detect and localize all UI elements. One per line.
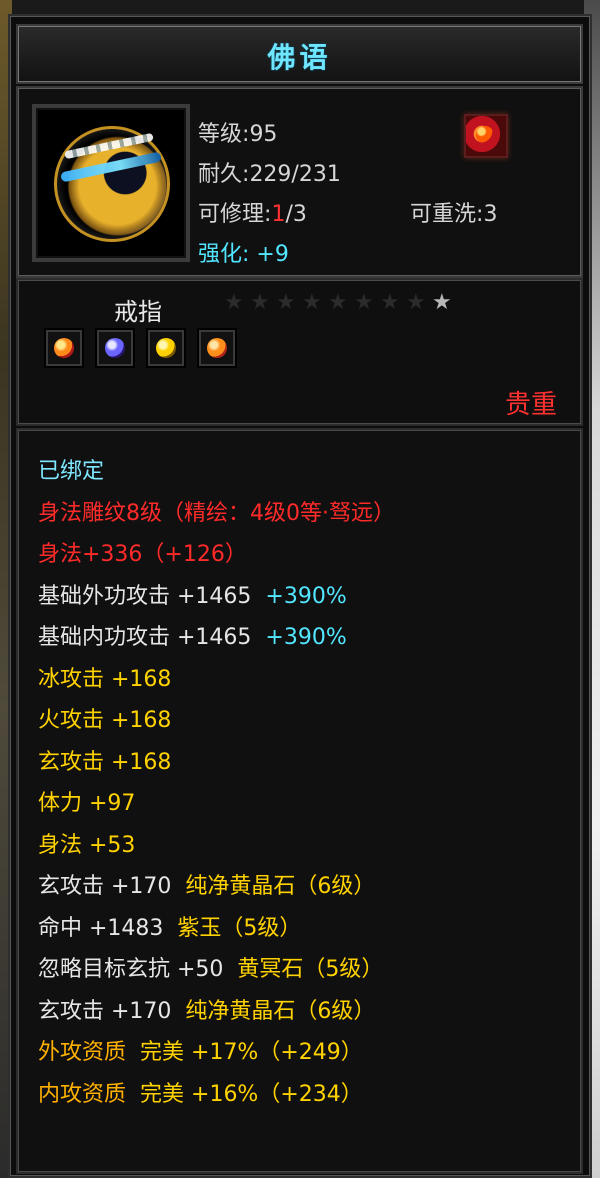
level-label: 等级 xyxy=(198,122,243,147)
colon: : xyxy=(242,242,257,267)
durability-line: 耐久:229/231 xyxy=(198,156,341,188)
gem-slot-1 xyxy=(46,330,82,366)
attribute-line: 玄攻击 +168 xyxy=(38,749,578,777)
gem-slots xyxy=(46,330,245,370)
attribute-text: 已绑定 xyxy=(38,459,105,484)
item-type: 戒指 xyxy=(114,298,162,326)
durability-label: 耐久 xyxy=(198,162,243,187)
attribute-line: 身法+336（+126） xyxy=(38,541,578,569)
attribute-line: 冰攻击 +168 xyxy=(38,666,578,694)
attribute-text: 身法 +53 xyxy=(38,832,136,858)
attribute-line: 基础外功攻击 +1465 +390% xyxy=(38,583,578,611)
star-icon: ★ xyxy=(276,290,296,315)
attribute-line: 体力 +97 xyxy=(38,790,578,818)
item-header: 等级:95 耐久:229/231 可修理:1/3 可重洗:3 强化: +9 xyxy=(16,86,583,278)
level-line: 等级:95 xyxy=(198,116,277,148)
star-icon: ★ xyxy=(328,290,348,315)
attribute-text: 内攻资质 xyxy=(38,1081,127,1107)
gem-slot-2 xyxy=(97,330,134,366)
star-icon: ★ xyxy=(224,290,244,315)
attribute-text: 玄攻击 +170 xyxy=(38,998,172,1024)
attribute-text: 命中 +1483 xyxy=(38,915,164,941)
star-rating: ★ ★ ★ ★ ★ ★ ★ ★ ★ xyxy=(224,292,458,322)
attribute-extra: +390% xyxy=(265,625,347,650)
star-icon: ★ xyxy=(380,290,400,315)
rewashable-label: 可重洗 xyxy=(410,202,477,227)
item-name: 佛语 xyxy=(267,41,332,74)
item-tooltip-panel: 佛语 等级:95 耐久:229/231 可修理:1/3 可重洗:3 强化: +9 xyxy=(8,14,592,1178)
attribute-text: 基础外功攻击 +1465 xyxy=(38,583,252,609)
enhance-line: 强化: +9 xyxy=(198,236,289,268)
rarity-label: 贵重 xyxy=(504,390,557,420)
star-icon: ★ xyxy=(250,290,270,315)
attribute-line: 身法雕纹8级（精绘：4级0等·驽远） xyxy=(38,500,578,528)
attribute-text: 冰攻击 +168 xyxy=(38,666,172,692)
title-bar: 佛语 xyxy=(16,24,583,84)
attribute-extra: +390% xyxy=(265,583,347,609)
attribute-text: 体力 +97 xyxy=(38,791,136,816)
attribute-extra: 纯净黄晶石（6级） xyxy=(185,874,376,899)
attributes-list: 已绑定身法雕纹8级（精绘：4级0等·驽远） 身法+336（+126） 基础外功攻击 … xyxy=(16,428,583,1174)
rewashable-line: 可重洗:3 xyxy=(410,196,497,228)
level-value: 95 xyxy=(249,122,278,147)
attribute-text: 玄攻击 +170 xyxy=(38,874,172,899)
durability-value: 229/231 xyxy=(249,162,341,187)
repairable-current: 1 xyxy=(271,202,286,227)
repairable-label: 可修理 xyxy=(198,202,265,227)
attribute-line: 玄攻击 +170 纯净黄晶石（6级） xyxy=(38,873,578,901)
attribute-extra: 黄冥石（5级） xyxy=(237,957,384,982)
attribute-text: 玄攻击 +168 xyxy=(38,749,172,775)
rewashable-value: 3 xyxy=(483,202,498,227)
attribute-text: 火攻击 +168 xyxy=(38,708,172,733)
repairable-line: 可修理:1/3 xyxy=(198,196,307,228)
attribute-line: 身法 +53 xyxy=(38,832,578,860)
attribute-line: 命中 +1483 紫玉（5级） xyxy=(38,915,578,943)
item-type-and-gems: 戒指 ★ ★ ★ ★ ★ ★ ★ ★ ★ 贵重 xyxy=(16,278,583,426)
attribute-text: 基础内功攻击 +1465 xyxy=(38,625,252,650)
attribute-extra: 完美 +16%（+234） xyxy=(140,1081,363,1107)
gem-slot-4 xyxy=(199,330,236,366)
attribute-line: 玄攻击 +170 纯净黄晶石（6级） xyxy=(38,998,578,1026)
attribute-text: 忽略目标玄抗 +50 xyxy=(38,957,224,982)
attribute-extra: 完美 +17%（+249） xyxy=(140,1040,363,1065)
attribute-extra: 纯净黄晶石（6级） xyxy=(185,998,376,1024)
attribute-line: 火攻击 +168 xyxy=(38,707,578,735)
enhance-label: 强化 xyxy=(198,242,243,267)
star-icon: ★ xyxy=(432,290,452,315)
repairable-max: /3 xyxy=(285,202,307,227)
item-icon-frame xyxy=(32,104,190,262)
attribute-line: 内攻资质 完美 +16%（+234） xyxy=(38,1081,578,1109)
attribute-line: 已绑定 xyxy=(38,458,578,486)
attribute-text: 外攻资质 xyxy=(38,1040,127,1065)
attribute-line: 忽略目标玄抗 +50 黄冥石（5级） xyxy=(38,956,578,984)
attribute-text: 身法雕纹8级（精绘：4级0等·驽远） xyxy=(38,500,395,526)
attribute-extra: 紫玉（5级） xyxy=(177,915,302,941)
star-icon: ★ xyxy=(302,290,322,315)
star-icon: ★ xyxy=(354,290,374,315)
star-icon: ★ xyxy=(406,290,426,315)
gem-slot-3 xyxy=(148,330,185,366)
attribute-line: 基础内功攻击 +1465 +390% xyxy=(38,624,578,652)
attribute-line: 外攻资质 完美 +17%（+249） xyxy=(38,1039,578,1067)
item-stats: 等级:95 耐久:229/231 可修理:1/3 可重洗:3 强化: +9 xyxy=(198,116,568,268)
attribute-text: 身法+336（+126） xyxy=(38,542,247,567)
enhance-value: +9 xyxy=(256,242,289,267)
